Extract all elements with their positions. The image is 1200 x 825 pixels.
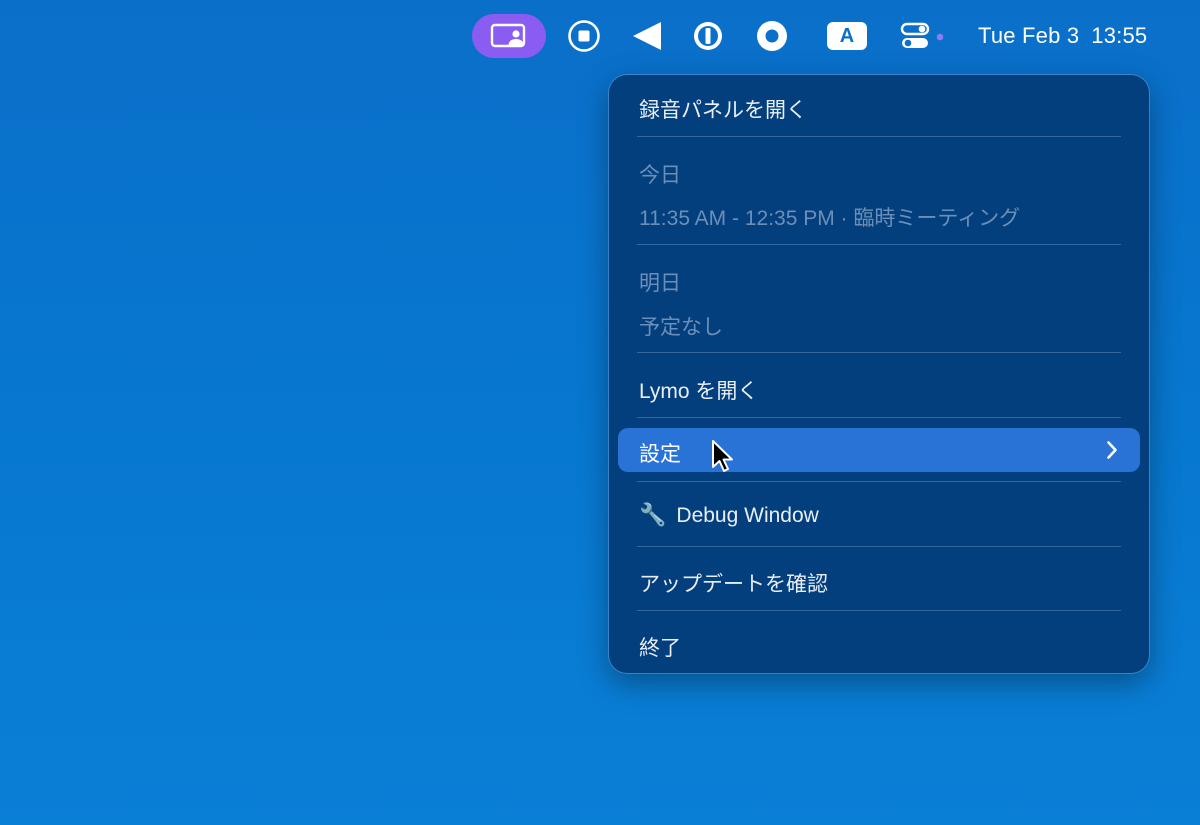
menu-separator bbox=[637, 244, 1121, 245]
circle-app-button[interactable] bbox=[752, 14, 792, 58]
tomorrow-header: 明日 bbox=[639, 272, 681, 295]
control-center-icon bbox=[900, 22, 944, 48]
status-menu: 録音パネルを開く 今日 11:35 AM - 12:35 PM · 臨時ミーティ… bbox=[609, 75, 1149, 673]
menubar-app-button[interactable] bbox=[472, 14, 546, 58]
menu-item-debug-window[interactable]: 🔧 Debug Window bbox=[639, 503, 819, 528]
back-arrow-button[interactable] bbox=[628, 14, 666, 58]
mouse-cursor-icon bbox=[712, 440, 733, 472]
password-manager-button[interactable] bbox=[688, 14, 728, 58]
settings-label: 設定 bbox=[639, 443, 681, 466]
menu-separator bbox=[637, 546, 1121, 547]
menu-item-open-recording-panel[interactable]: 録音パネルを開く bbox=[639, 94, 807, 124]
today-event: 11:35 AM - 12:35 PM · 臨時ミーティング bbox=[639, 207, 1021, 230]
screen-share-person-icon bbox=[490, 23, 526, 48]
clock-date: Tue Feb 3 bbox=[978, 23, 1080, 48]
stop-record-button[interactable] bbox=[564, 14, 604, 58]
menu-item-settings[interactable]: 設定 bbox=[618, 428, 1140, 472]
password-manager-icon bbox=[694, 22, 722, 50]
menubar-clock[interactable]: Tue Feb 3 13:55 bbox=[978, 14, 1178, 58]
menu-item-quit[interactable]: 終了 bbox=[639, 632, 681, 662]
clock-time: 13:55 bbox=[1091, 23, 1148, 48]
circle-app-icon bbox=[757, 21, 787, 51]
menu-separator bbox=[637, 610, 1121, 611]
chevron-right-icon bbox=[1107, 441, 1117, 459]
menu-item-open-lymo[interactable]: Lymo を開く bbox=[639, 375, 758, 405]
control-center-button[interactable] bbox=[900, 14, 950, 58]
menu-item-check-updates[interactable]: アップデートを確認 bbox=[639, 568, 828, 598]
back-arrow-icon bbox=[633, 22, 661, 50]
menu-separator bbox=[637, 417, 1121, 418]
menu-separator bbox=[637, 481, 1121, 482]
today-header: 今日 bbox=[639, 164, 681, 187]
input-source-icon: A bbox=[827, 22, 867, 50]
menu-separator bbox=[637, 352, 1121, 353]
wrench-icon: 🔧 bbox=[639, 503, 667, 528]
debug-window-label: Debug Window bbox=[676, 503, 819, 527]
input-source-label: A bbox=[839, 24, 855, 47]
menubar: A Tue Feb 3 13:55 bbox=[0, 0, 1200, 72]
tomorrow-event: 予定なし bbox=[639, 316, 723, 339]
stop-record-icon bbox=[568, 20, 600, 52]
input-source-button[interactable]: A bbox=[825, 14, 869, 58]
menu-separator bbox=[637, 136, 1121, 137]
